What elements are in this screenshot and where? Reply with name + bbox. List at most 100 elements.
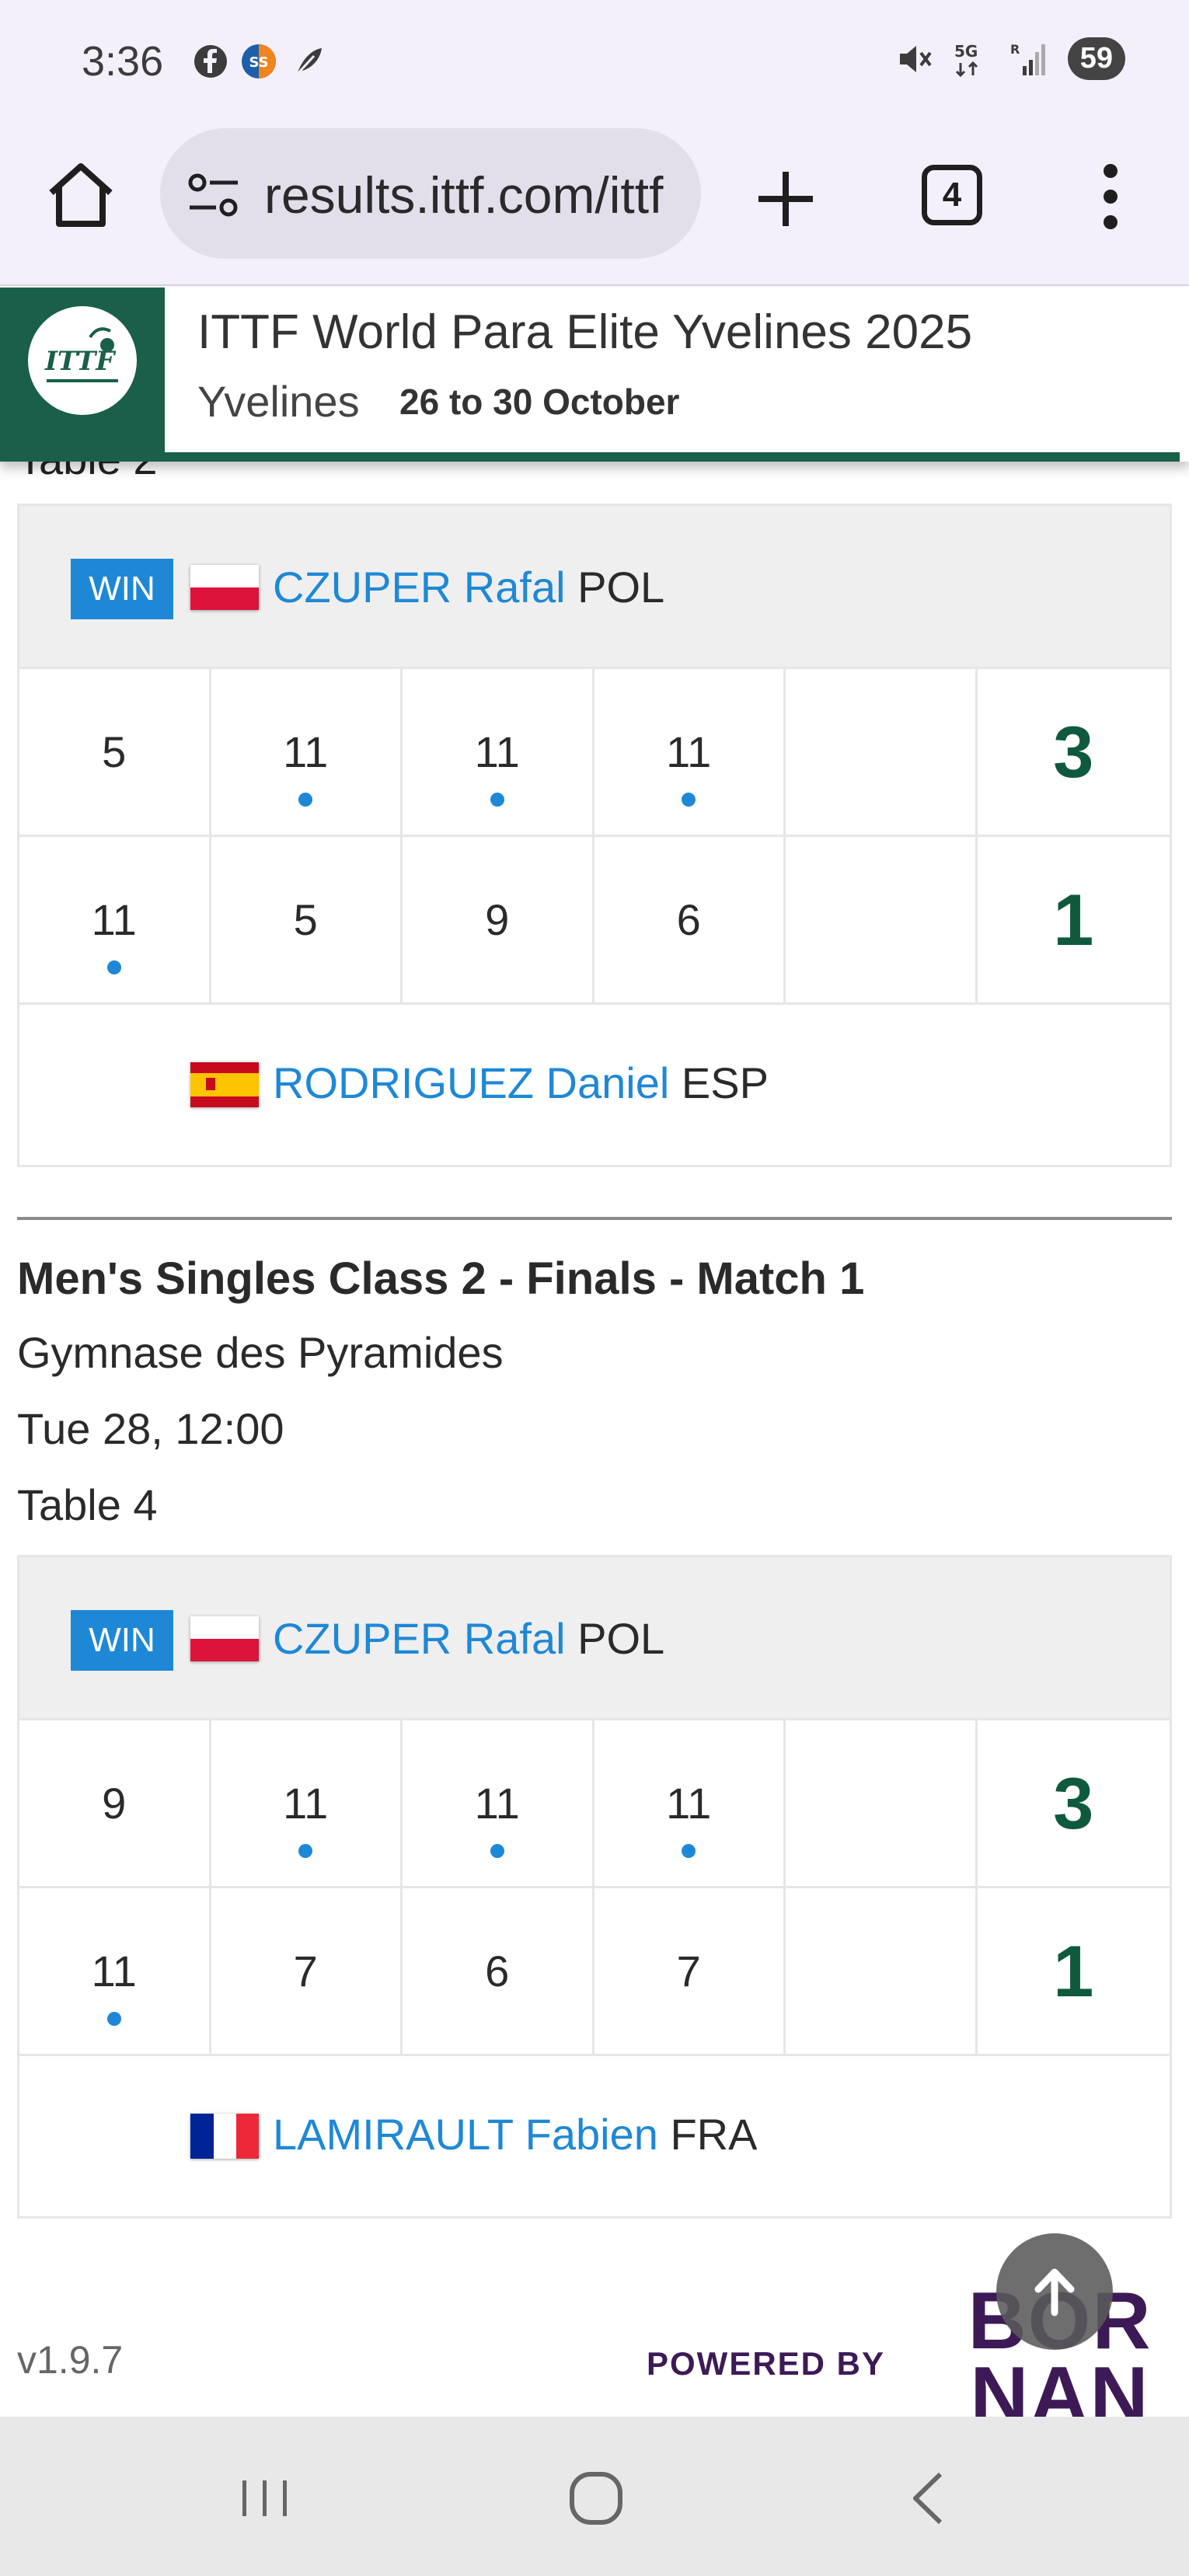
game-score: 6 — [403, 1888, 594, 2054]
player-name[interactable]: RODRIGUEZ Daniel — [273, 1058, 669, 1107]
home-icon[interactable] — [44, 157, 118, 232]
game-score: 9 — [403, 837, 594, 1002]
browser-toolbar: results.ittf.com/ittf 4 — [0, 117, 1189, 286]
event-title: ITTF World Para Elite Yvelines 2025 — [197, 305, 973, 359]
match-total: 3 — [1053, 1762, 1094, 1844]
player-country: POL — [577, 1614, 665, 1663]
player-name[interactable]: CZUPER Rafal — [273, 563, 566, 612]
player-country: POL — [577, 563, 665, 612]
app-version: v1.9.7 — [17, 2338, 124, 2382]
header-underline — [165, 452, 1180, 462]
mute-icon — [899, 45, 932, 72]
game-score: 11 — [19, 837, 211, 1002]
game-score: 11 — [594, 669, 786, 835]
winner-header: WIN CZUPER Rafal POL — [19, 1557, 1170, 1720]
game-won-dot — [682, 1844, 696, 1858]
scroll-to-top-button[interactable] — [996, 2233, 1113, 2350]
winner-player[interactable]: CZUPER Rafal POL — [273, 1613, 664, 1664]
game-score: 5 — [211, 837, 403, 1002]
france-flag-icon — [190, 2114, 259, 2159]
poland-flag-icon — [190, 1616, 259, 1661]
game-score: 11 — [403, 1720, 594, 1886]
win-badge: WIN — [71, 1610, 173, 1671]
ittf-logo[interactable]: ITTF — [0, 288, 165, 462]
game-won-dot — [682, 793, 696, 807]
event-header: ITTF ITTF World Para Elite Yvelines 2025… — [0, 288, 1189, 462]
url-text[interactable]: results.ittf.com/ittf — [264, 166, 663, 225]
game-score: 11 — [211, 1720, 403, 1886]
recent-apps-icon[interactable] — [230, 2463, 300, 2533]
status-right-group: 5G R 59 — [895, 37, 1125, 80]
signal-icon: R — [1010, 42, 1045, 75]
game-score: 11 — [19, 1888, 211, 2054]
arrow-up-icon — [1034, 2268, 1075, 2316]
game-score — [786, 1888, 978, 2054]
app-notification-icon: SS — [242, 44, 276, 78]
match-total: 1 — [1053, 878, 1094, 960]
tab-switcher-button[interactable]: 4 — [922, 165, 982, 225]
game-won-dot — [490, 793, 504, 807]
match-venue: Gymnase des Pyramides — [17, 1328, 504, 1377]
match-datetime: Tue 28, 12:00 — [17, 1404, 284, 1453]
game-score: 7 — [594, 1888, 786, 2054]
back-icon[interactable] — [895, 2463, 965, 2533]
match-total: 1 — [1053, 1929, 1094, 2012]
svg-text:R: R — [1010, 42, 1020, 57]
game-won-dot — [298, 1844, 313, 1858]
win-badge: WIN — [71, 559, 173, 619]
player-country: ESP — [681, 1058, 769, 1107]
winner-score-row: 9 11 11 11 3 — [19, 1720, 1170, 1888]
loser-score-row: 11 5 9 6 1 — [19, 837, 1170, 1005]
winner-score-row: 5 11 11 11 3 — [19, 669, 1170, 837]
status-time: 3:36 — [82, 38, 164, 85]
game-score — [786, 837, 978, 1002]
loser-player[interactable]: RODRIGUEZ Daniel ESP — [273, 1058, 769, 1108]
5g-icon: 5G — [954, 42, 978, 77]
game-won-dot — [106, 2012, 121, 2026]
ittf-logo-icon: ITTF — [44, 327, 118, 382]
game-won-dot — [106, 960, 121, 974]
match-title: Men's Singles Class 2 - Finals - Match 1 — [17, 1253, 865, 1304]
winner-header: WIN CZUPER Rafal POL — [19, 506, 1170, 669]
site-settings-icon[interactable] — [187, 173, 241, 217]
home-nav-icon[interactable] — [561, 2463, 631, 2533]
game-score: 5 — [19, 669, 211, 835]
game-score: 6 — [594, 837, 786, 1002]
event-dates: 26 to 30 October — [399, 382, 680, 422]
new-tab-icon[interactable] — [752, 166, 819, 232]
player-name[interactable]: CZUPER Rafal — [273, 1614, 566, 1663]
winner-player[interactable]: CZUPER Rafal POL — [273, 562, 664, 612]
game-won-dot — [490, 1844, 504, 1858]
loser-player[interactable]: LAMIRAULT Fabien FRA — [273, 2109, 757, 2159]
game-score: 11 — [403, 669, 594, 835]
game-won-dot — [298, 793, 313, 807]
player-name[interactable]: LAMIRAULT Fabien — [273, 2110, 658, 2159]
loser-footer: RODRIGUEZ Daniel ESP — [19, 1005, 1170, 1165]
game-score — [786, 669, 978, 835]
svg-text:5G: 5G — [954, 42, 978, 61]
battery-indicator: 59 — [1067, 37, 1125, 80]
system-nav-bar — [0, 2417, 1189, 2576]
loser-footer: LAMIRAULT Fabien FRA — [19, 2056, 1170, 2216]
game-score: 7 — [211, 1888, 403, 2054]
event-location: Yvelines — [197, 377, 360, 426]
status-bar: 3:36 SS 5G R 59 — [0, 0, 1189, 117]
game-score: 11 — [594, 1720, 786, 1886]
poland-flag-icon — [190, 565, 259, 610]
match-card: WIN CZUPER Rafal POL 9 11 11 11 3 11 7 6… — [17, 1555, 1172, 2219]
match-total: 3 — [1053, 710, 1094, 793]
more-menu-icon[interactable] — [1091, 162, 1130, 232]
ittf-logo-badge: ITTF — [28, 306, 137, 415]
address-bar[interactable]: results.ittf.com/ittf — [160, 128, 701, 259]
feather-icon — [295, 48, 322, 76]
match-table: Table 4 — [17, 1480, 158, 1529]
spain-flag-icon — [190, 1062, 259, 1107]
facebook-icon — [194, 45, 227, 78]
game-score: 11 — [211, 669, 403, 835]
game-score: 9 — [19, 1720, 211, 1886]
powered-by-label: POWERED BY — [647, 2345, 886, 2382]
loser-score-row: 11 7 6 7 1 — [19, 1888, 1170, 2056]
section-divider — [17, 1217, 1172, 1220]
player-country: FRA — [670, 2110, 758, 2159]
svg-text:SS: SS — [249, 54, 268, 71]
